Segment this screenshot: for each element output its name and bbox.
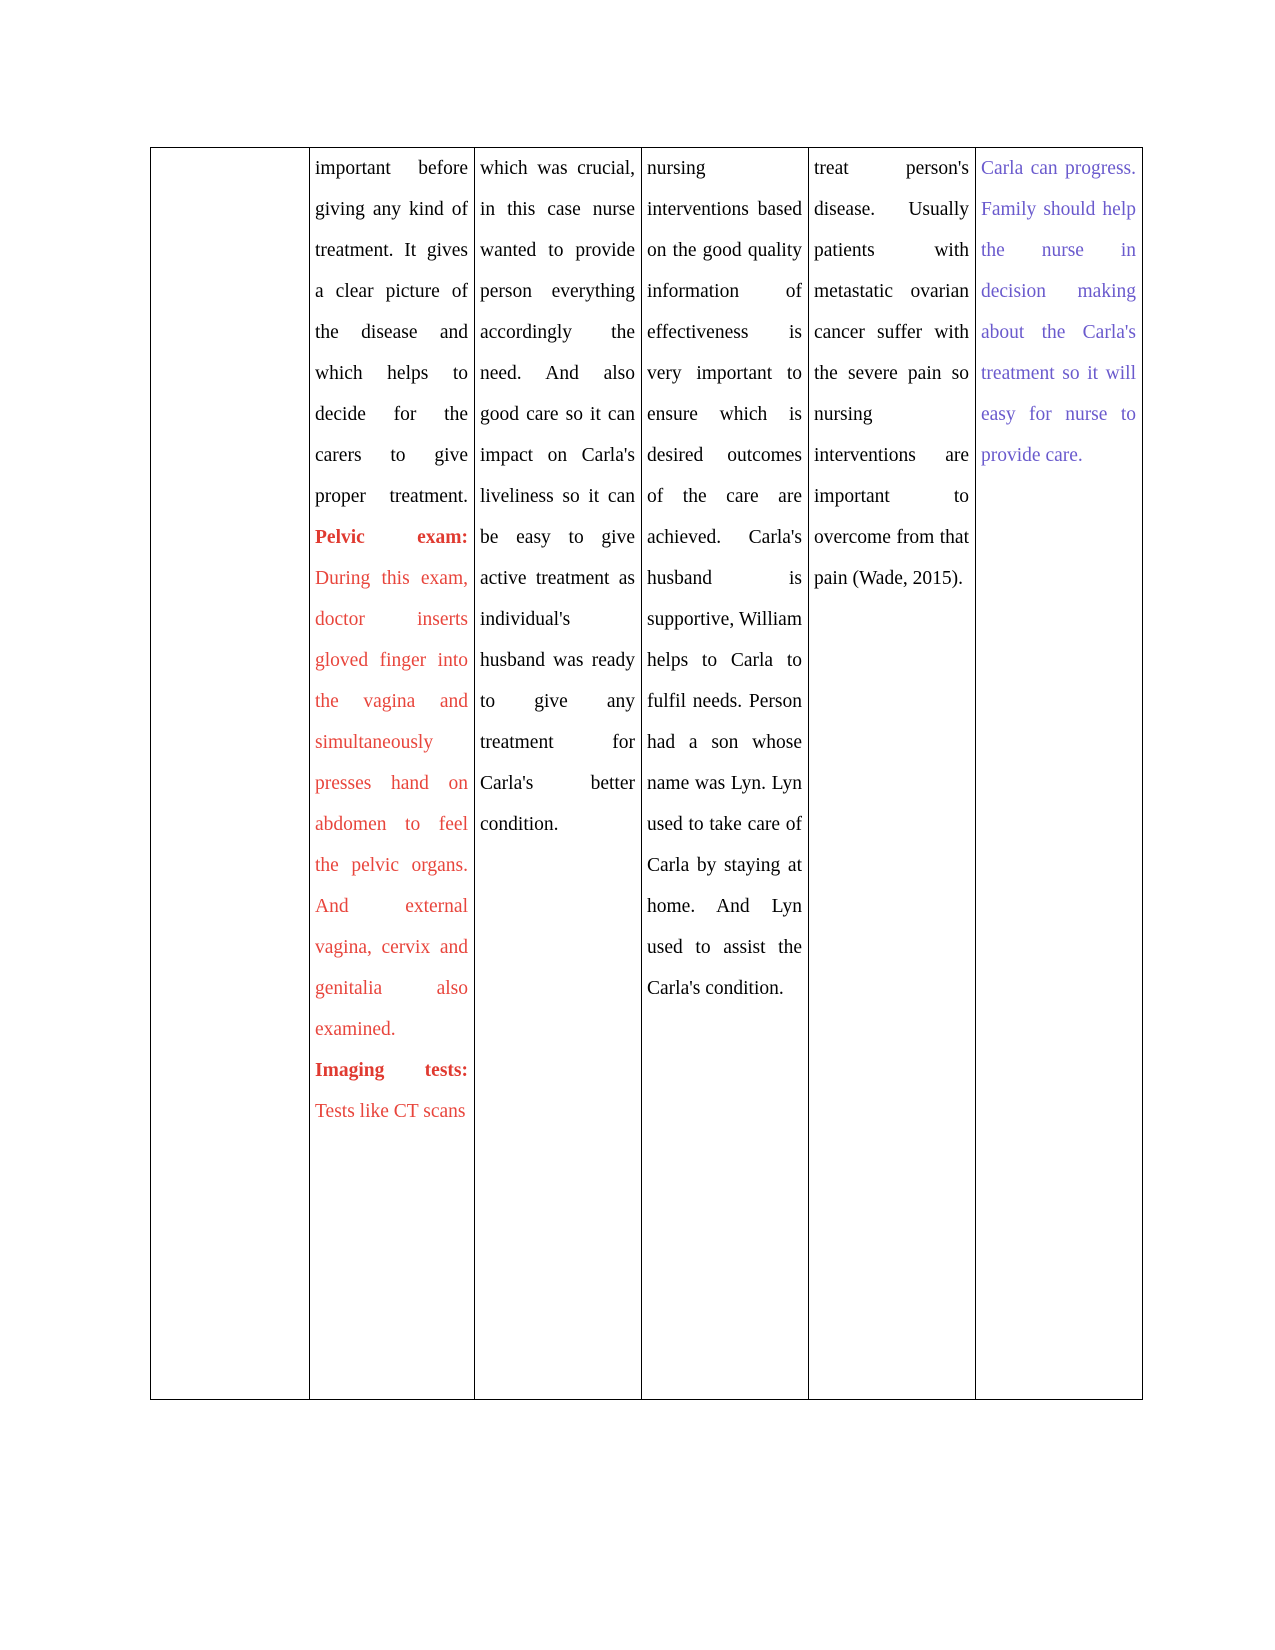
document-page: important before giving any kind of trea… xyxy=(0,0,1275,1650)
paragraph-imaging-tests-heading: Imaging tests: xyxy=(315,1060,468,1081)
paragraph-assessment-intro: important before giving any kind of trea… xyxy=(315,158,468,507)
paragraph-interventions: nursing interventions based on the good … xyxy=(647,158,802,999)
table-cell-assessment: important before giving any kind of trea… xyxy=(309,147,475,1400)
content-table: important before giving any kind of trea… xyxy=(150,147,1143,1400)
paragraph-nursing-care: which was crucial, in this case nurse wa… xyxy=(480,158,635,835)
table-cell-empty xyxy=(150,147,310,1400)
paragraph-pelvic-exam-heading: Pelvic exam: xyxy=(315,527,468,548)
table-cell-interventions: nursing interventions based on the good … xyxy=(641,147,809,1400)
paragraph-pain-management: treat person's disease. Usually patients… xyxy=(814,158,969,589)
table-cell-pain-management: treat person's disease. Usually patients… xyxy=(808,147,976,1400)
table-cell-nursing-care: which was crucial, in this case nurse wa… xyxy=(474,147,642,1400)
paragraph-family-support: Carla can progress. Family should help t… xyxy=(981,158,1136,466)
table-cell-family-support: Carla can progress. Family should help t… xyxy=(975,147,1143,1400)
table-row: important before giving any kind of trea… xyxy=(150,147,1143,1400)
paragraph-pelvic-exam-body: During this exam, doctor inserts gloved … xyxy=(315,568,468,1040)
paragraph-imaging-tests-body: Tests like CT scans xyxy=(315,1101,466,1122)
